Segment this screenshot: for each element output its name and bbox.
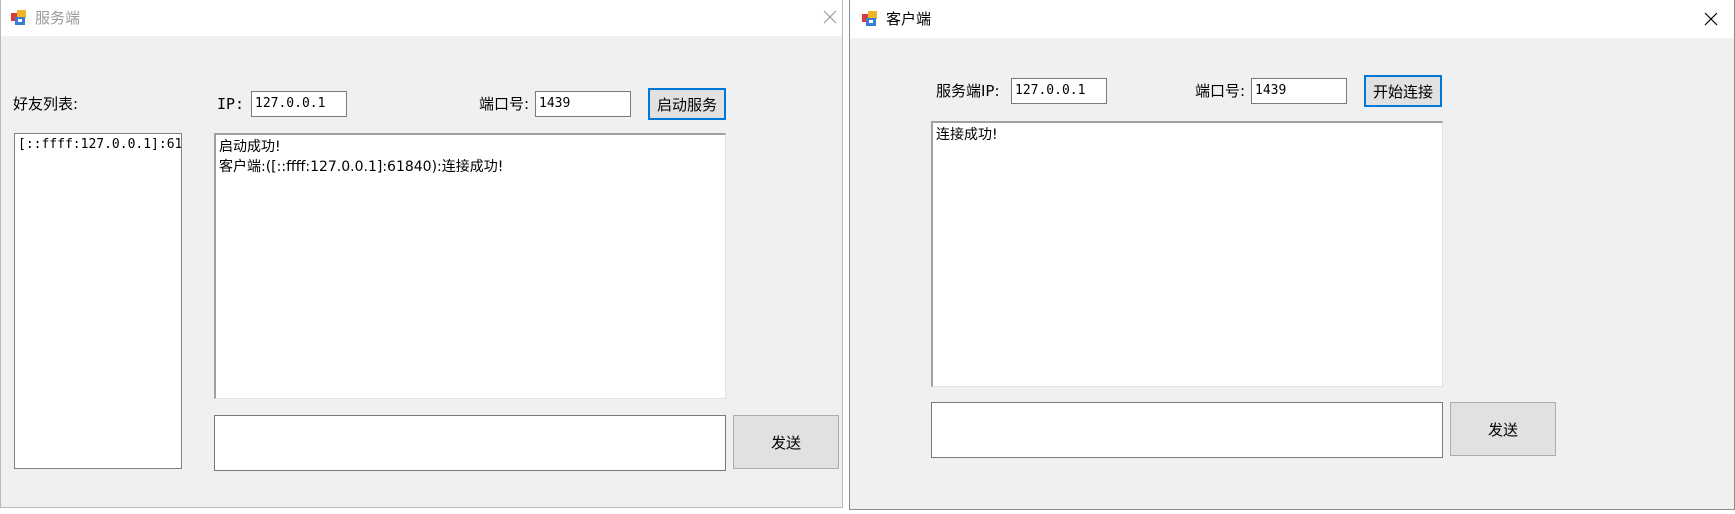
port-label: 端口号: xyxy=(479,95,530,113)
client-port-input[interactable]: 1439 xyxy=(1251,78,1347,104)
server-close-button[interactable] xyxy=(807,0,853,34)
friends-listbox[interactable]: [::ffff:127.0.0.1]:61840 xyxy=(14,133,182,469)
log-line: 连接成功! xyxy=(936,127,998,143)
client-window-title: 客户端 xyxy=(886,10,932,28)
close-icon xyxy=(823,10,837,24)
client-port-label: 端口号: xyxy=(1195,82,1246,100)
client-message-input[interactable] xyxy=(931,402,1443,458)
friend-list-item[interactable]: [::ffff:127.0.0.1]:61840 xyxy=(18,136,181,154)
client-send-button[interactable]: 发送 xyxy=(1450,402,1556,456)
server-ip-label: 服务端IP: xyxy=(936,82,1000,100)
server-message-input[interactable] xyxy=(214,415,726,471)
start-service-button[interactable]: 启动服务 xyxy=(648,88,726,120)
log-line: 启动成功! xyxy=(219,139,281,155)
close-icon xyxy=(1704,12,1718,26)
server-window-title: 服务端 xyxy=(35,9,81,27)
friends-list-label: 好友列表: xyxy=(13,95,79,113)
server-port-input[interactable]: 1439 xyxy=(535,91,631,117)
app-window-icon xyxy=(11,10,27,26)
client-log-area[interactable]: 连接成功! xyxy=(931,121,1443,387)
client-close-button[interactable] xyxy=(1688,2,1734,36)
start-connect-button[interactable]: 开始连接 xyxy=(1364,75,1442,107)
client-ip-input[interactable]: 127.0.0.1 xyxy=(1011,78,1107,104)
log-line: 客户端:([::ffff:127.0.0.1]:61840):连接成功! xyxy=(219,159,504,175)
client-window: 客户端 服务端IP: 127.0.0.1 端口号: 1439 开始连接 连接成功… xyxy=(849,0,1735,510)
server-ip-input[interactable]: 127.0.0.1 xyxy=(251,91,347,117)
server-send-button[interactable]: 发送 xyxy=(733,415,839,469)
client-titlebar[interactable]: 客户端 xyxy=(850,0,1734,38)
ip-label: IP: xyxy=(217,95,245,113)
app-window-icon xyxy=(862,11,878,27)
server-log-area[interactable]: 启动成功! 客户端:([::ffff:127.0.0.1]:61840):连接成… xyxy=(214,133,726,399)
server-window: 服务端 好友列表: IP: 127.0.0.1 端口号: 1439 启动服务 [… xyxy=(0,0,843,508)
server-titlebar[interactable]: 服务端 xyxy=(1,0,842,36)
